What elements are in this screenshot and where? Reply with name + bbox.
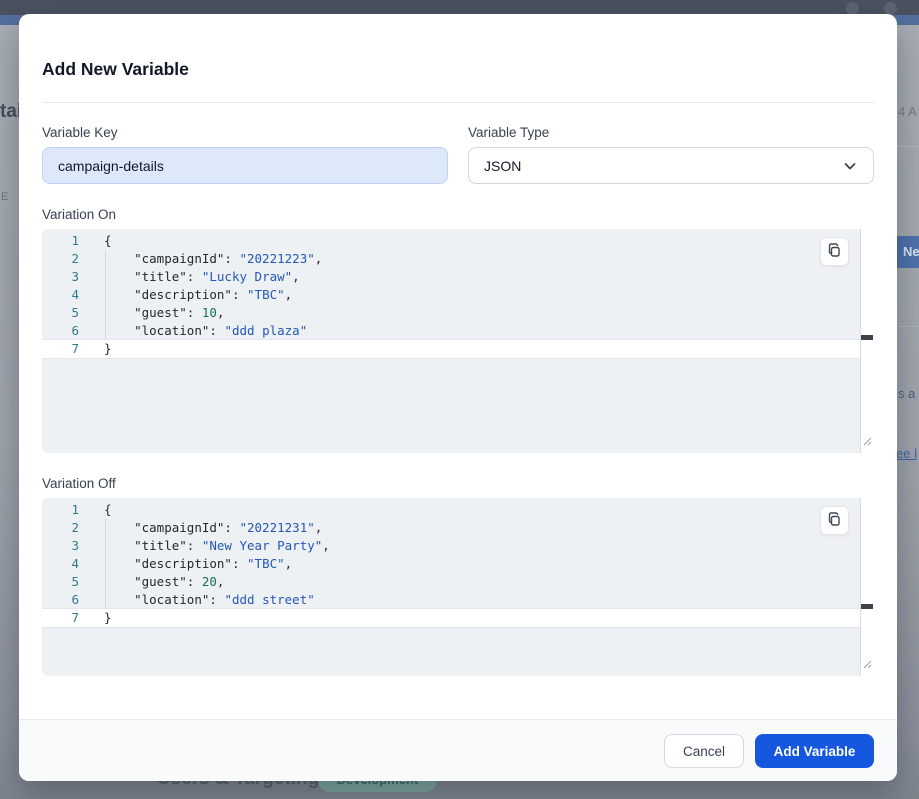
backdrop-text-fragment: s a [898, 386, 915, 401]
code-line: 2 "campaignId": "20221231", [42, 519, 860, 537]
line-number: 1 [42, 501, 79, 519]
variable-key-input[interactable] [42, 147, 448, 184]
variation-off-editor[interactable]: 1{2 "campaignId": "20221231",3 "title": … [42, 498, 874, 676]
variation-on-code: 1{2 "campaignId": "20221223",3 "title": … [42, 232, 860, 359]
line-number: 2 [42, 250, 79, 268]
variable-type-value: JSON [484, 158, 521, 174]
copy-button[interactable] [820, 237, 849, 266]
title-divider [42, 102, 874, 103]
copy-button[interactable] [820, 506, 849, 535]
line-number: 7 [42, 340, 79, 358]
line-number: 2 [42, 519, 79, 537]
copy-icon [827, 243, 842, 261]
code-line: 7} [42, 339, 860, 359]
cancel-button[interactable]: Cancel [664, 734, 744, 768]
code-line: 1{ [42, 501, 860, 519]
code-line: 2 "campaignId": "20221223", [42, 250, 860, 268]
dialog-footer: Cancel Add Variable [19, 719, 897, 781]
variable-key-label: Variable Key [42, 125, 118, 140]
line-number: 6 [42, 322, 79, 340]
code-line: 4 "description": "TBC", [42, 286, 860, 304]
code-line: 5 "guest": 20, [42, 573, 860, 591]
dialog-title: Add New Variable [42, 59, 189, 80]
code-line: 4 "description": "TBC", [42, 555, 860, 573]
editor-scrollbar[interactable] [860, 229, 874, 453]
variable-type-label: Variable Type [468, 125, 549, 140]
variation-on-editor[interactable]: 1{2 "campaignId": "20221223",3 "title": … [42, 229, 874, 453]
code-line: 7} [42, 608, 860, 628]
variable-type-select[interactable]: JSON [468, 147, 874, 184]
backdrop-divider [897, 146, 919, 147]
scrollbar-thumb[interactable] [861, 335, 873, 340]
code-line: 5 "guest": 10, [42, 304, 860, 322]
line-number: 6 [42, 591, 79, 609]
resize-handle[interactable] [863, 433, 872, 451]
backdrop-date-fragment: 4 A [898, 104, 917, 119]
resize-handle[interactable] [863, 656, 872, 674]
backdrop-link-fragment: ee l [896, 446, 917, 461]
copy-icon [827, 512, 842, 530]
code-line: 6 "location": "ddd plaza" [42, 322, 860, 340]
scrollbar-thumb[interactable] [861, 604, 873, 609]
backdrop-row-line [897, 326, 919, 327]
line-number: 5 [42, 304, 79, 322]
line-number: 4 [42, 555, 79, 573]
code-line: 6 "location": "ddd street" [42, 591, 860, 609]
line-number: 5 [42, 573, 79, 591]
code-line: 3 "title": "New Year Party", [42, 537, 860, 555]
chevron-down-icon [842, 158, 858, 174]
line-number: 3 [42, 537, 79, 555]
backdrop-label-fragment: E [1, 191, 8, 203]
line-number: 1 [42, 232, 79, 250]
code-line: 3 "title": "Lucky Draw", [42, 268, 860, 286]
variation-off-code: 1{2 "campaignId": "20221231",3 "title": … [42, 501, 860, 628]
variation-on-label: Variation On [42, 207, 116, 222]
backdrop-top-navbar [0, 0, 919, 15]
line-number: 4 [42, 286, 79, 304]
variation-off-label: Variation Off [42, 476, 116, 491]
add-variable-dialog: Add New Variable Variable Key Variable T… [19, 14, 897, 781]
code-line: 1{ [42, 232, 860, 250]
backdrop-new-button-fragment: Ne [897, 236, 919, 268]
line-number: 3 [42, 268, 79, 286]
editor-scrollbar[interactable] [860, 498, 874, 676]
add-variable-button[interactable]: Add Variable [755, 734, 874, 768]
line-number: 7 [42, 609, 79, 627]
